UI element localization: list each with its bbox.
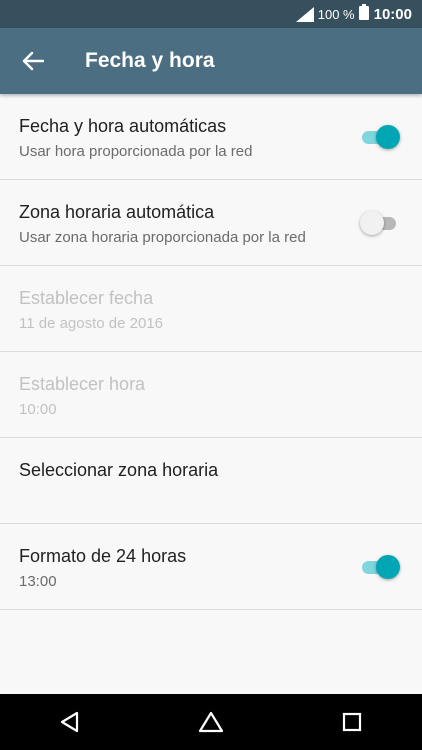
status-bar: 100 % 10:00 [0,0,422,28]
setting-select-timezone[interactable]: Seleccionar zona horaria [0,438,422,524]
setting-set-time: Establecer hora 10:00 [0,352,422,438]
app-bar: Fecha y hora [0,28,422,94]
home-icon [198,711,224,733]
setting-subtitle: 11 de agosto de 2016 [19,315,164,332]
setting-title: Zona horaria automática [19,202,215,222]
toggle-thumb [376,555,400,579]
setting-subtitle: 13:00 [19,573,57,590]
auto-date-time-toggle[interactable] [360,124,400,150]
back-button[interactable] [9,37,57,85]
setting-auto-date-time[interactable]: Fecha y hora automáticas Usar hora propo… [0,94,422,180]
nav-recents-button[interactable] [322,694,382,750]
setting-set-date: Establecer fecha 11 de agosto de 2016 [0,266,422,352]
toggle-thumb [360,211,384,235]
settings-list: Fecha y hora automáticas Usar hora propo… [0,94,422,610]
status-clock: 10:00 [373,5,412,23]
back-arrow-icon [22,51,44,71]
back-triangle-icon [61,711,79,733]
page-title: Fecha y hora [85,49,215,72]
setting-subtitle: Usar zona horaria proporcionada por la r… [19,229,306,246]
auto-timezone-toggle[interactable] [360,210,400,236]
setting-title: Formato de 24 horas [19,546,187,566]
nav-home-button[interactable] [181,694,241,750]
24-hour-format-toggle[interactable] [360,554,400,580]
setting-24-hour-format[interactable]: Formato de 24 horas 13:00 [0,524,422,610]
nav-back-button[interactable] [40,694,100,750]
navigation-bar [0,694,422,750]
setting-title: Seleccionar zona horaria [19,460,219,480]
setting-title: Fecha y hora automáticas [19,116,227,136]
setting-title: Establecer fecha [19,288,154,308]
toggle-thumb [376,125,400,149]
setting-subtitle: 10:00 [19,401,57,418]
setting-title: Establecer hora [19,374,146,394]
signal-icon [295,6,314,22]
battery-icon [358,3,369,25]
setting-auto-timezone[interactable]: Zona horaria automática Usar zona horari… [0,180,422,266]
battery-percent: 100 % [317,6,355,22]
recents-icon [342,712,361,732]
setting-subtitle: Usar hora proporcionada por la red [19,143,253,160]
